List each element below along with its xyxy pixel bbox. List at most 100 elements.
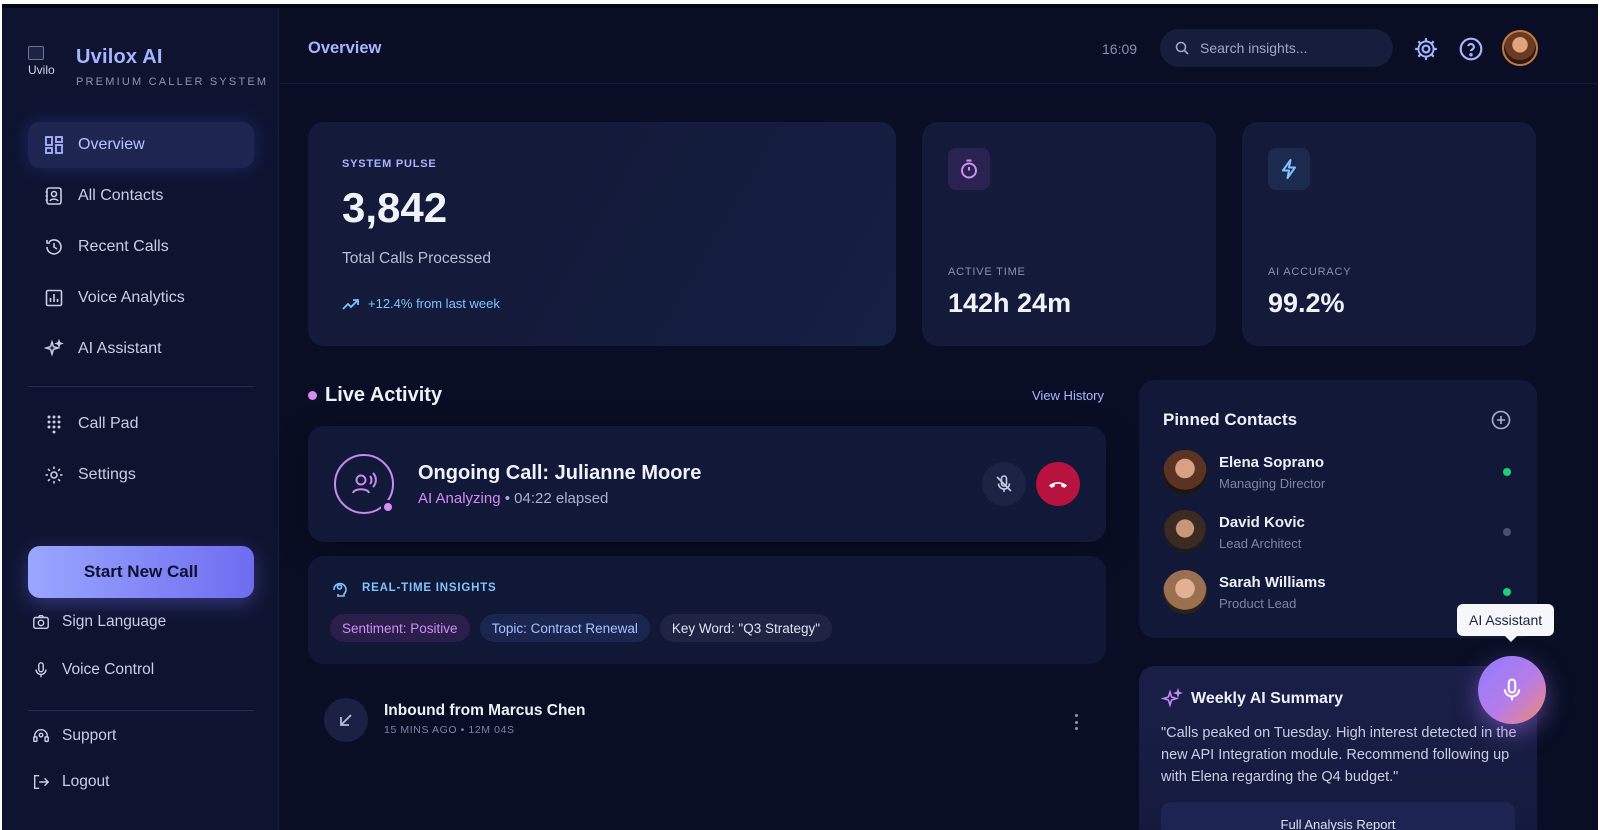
logout-icon bbox=[33, 774, 50, 790]
ai-assistant-mic-button[interactable] bbox=[1478, 656, 1546, 724]
pulse-value: 3,842 bbox=[342, 184, 448, 231]
nav-label: Logout bbox=[62, 773, 110, 790]
nav-item-support[interactable]: Support bbox=[32, 724, 254, 748]
help-icon[interactable] bbox=[1458, 36, 1484, 62]
broken-image-icon bbox=[28, 46, 44, 60]
status-online bbox=[1503, 468, 1511, 476]
bolt-icon bbox=[1282, 159, 1296, 179]
clock: 16:09 bbox=[1102, 41, 1138, 57]
insight-tags: Sentiment: Positive Topic: Contract Rene… bbox=[330, 614, 842, 642]
nav-item-logout[interactable]: Logout bbox=[32, 770, 254, 794]
contact-item[interactable]: Elena Soprano Managing Director bbox=[1163, 450, 1513, 496]
live-dot bbox=[308, 391, 317, 400]
nav-label: Recent Calls bbox=[78, 238, 169, 255]
contact-role: Product Lead bbox=[1219, 596, 1297, 611]
nav-label: Sign Language bbox=[62, 613, 167, 630]
summary-header: Weekly AI Summary bbox=[1161, 688, 1343, 710]
ai-accuracy-value: 99.2% bbox=[1268, 288, 1345, 318]
voice-user-icon bbox=[352, 472, 377, 494]
support-icon bbox=[33, 728, 49, 743]
nav-label: Support bbox=[62, 727, 117, 744]
status-offline bbox=[1503, 528, 1511, 536]
history-icon bbox=[46, 239, 62, 255]
sparkle-icon bbox=[1161, 688, 1183, 708]
inbound-meta: 15 MINS AGO • 12M 04S bbox=[384, 724, 515, 736]
accessibility-nav: Sign Language Voice Control bbox=[32, 610, 254, 682]
nav-item-overview[interactable]: Overview bbox=[28, 122, 254, 168]
insights-label: REAL-TIME INSIGHTS bbox=[362, 582, 497, 594]
status-online bbox=[1503, 588, 1511, 596]
tag-sentiment[interactable]: Sentiment: Positive bbox=[330, 614, 470, 642]
sidebar: Uvilo Uvilox AI PREMIUM CALLER SYSTEM Ov… bbox=[2, 8, 279, 830]
nav-item-settings[interactable]: Settings bbox=[28, 452, 254, 498]
user-avatar[interactable] bbox=[1502, 30, 1538, 66]
hangup-icon bbox=[1049, 482, 1067, 488]
end-call-button[interactable] bbox=[1036, 462, 1080, 506]
elapsed-time: • 04:22 elapsed bbox=[504, 490, 609, 507]
real-time-insights: REAL-TIME INSIGHTS Sentiment: Positive T… bbox=[308, 556, 1106, 664]
more-options-icon[interactable] bbox=[1068, 710, 1084, 734]
nav-item-call-pad[interactable]: Call Pad bbox=[28, 401, 254, 447]
call-status: AI Analyzing • 04:22 elapsed bbox=[418, 490, 608, 507]
nav-item-voice-analytics[interactable]: Voice Analytics bbox=[28, 275, 254, 321]
nav-item-sign-language[interactable]: Sign Language bbox=[32, 610, 254, 634]
timer-icon bbox=[961, 159, 977, 179]
brand-name: Uvilox AI bbox=[76, 46, 163, 68]
dialpad-icon bbox=[47, 415, 61, 434]
summary-title: Weekly AI Summary bbox=[1191, 690, 1344, 707]
trend-text: +12.4% from last week bbox=[368, 296, 500, 311]
nav-label: Voice Control bbox=[62, 661, 155, 678]
insights-header: REAL-TIME INSIGHTS bbox=[330, 578, 497, 598]
footer-nav: Support Logout bbox=[32, 724, 254, 794]
active-time-value: 142h 24m bbox=[948, 288, 1072, 318]
nav-item-all-contacts[interactable]: All Contacts bbox=[28, 173, 254, 219]
gear-icon bbox=[45, 466, 63, 484]
live-indicator bbox=[381, 500, 395, 514]
ai-assistant-tooltip: AI Assistant bbox=[1457, 604, 1555, 642]
page-title: Overview bbox=[308, 39, 382, 57]
timer-icon-box bbox=[948, 148, 990, 190]
search-icon bbox=[1175, 41, 1189, 55]
inbound-caller: Inbound from Marcus Chen bbox=[384, 702, 586, 719]
search-bar[interactable] bbox=[1160, 29, 1393, 67]
add-contact-icon[interactable] bbox=[1491, 410, 1511, 430]
pulse-label: SYSTEM PULSE bbox=[342, 158, 437, 170]
nav-label: AI Assistant bbox=[78, 340, 162, 357]
pulse-trend: +12.4% from last week bbox=[342, 296, 500, 311]
app-window: Uvilo Uvilox AI PREMIUM CALLER SYSTEM Ov… bbox=[2, 4, 1598, 830]
inbound-call-item[interactable]: Inbound from Marcus Chen 15 MINS AGO • 1… bbox=[308, 684, 1106, 760]
contact-item[interactable]: David Kovic Lead Architect bbox=[1163, 510, 1513, 556]
active-time-card: ACTIVE TIME 142h 24m bbox=[922, 122, 1216, 346]
full-analysis-button[interactable]: Full Analysis Report bbox=[1161, 802, 1515, 830]
mic-icon bbox=[35, 662, 47, 678]
tag-keyword[interactable]: Key Word: "Q3 Strategy" bbox=[659, 614, 833, 642]
brand-logo: Uvilo bbox=[28, 46, 64, 82]
top-header: Overview 16:09 bbox=[280, 8, 1598, 84]
live-activity-heading: Live Activity bbox=[308, 384, 442, 407]
ai-analyzing-label: AI Analyzing bbox=[418, 490, 501, 507]
mute-button[interactable] bbox=[982, 462, 1026, 506]
view-history-link[interactable]: View History bbox=[1032, 388, 1104, 403]
brand: Uvilo Uvilox AI PREMIUM CALLER SYSTEM bbox=[28, 46, 268, 88]
bolt-icon-box bbox=[1268, 148, 1310, 190]
pinned-title: Pinned Contacts bbox=[1163, 410, 1298, 429]
pinned-contacts-card: Pinned Contacts Elena Soprano Managing D… bbox=[1139, 380, 1537, 638]
nav-label: Call Pad bbox=[78, 415, 139, 432]
nav-label: All Contacts bbox=[78, 187, 164, 204]
nav-divider bbox=[28, 386, 254, 387]
nav-item-recent-calls[interactable]: Recent Calls bbox=[28, 224, 254, 270]
analytics-icon bbox=[45, 289, 63, 307]
start-new-call-button[interactable]: Start New Call bbox=[28, 546, 254, 598]
contacts-icon bbox=[45, 187, 62, 205]
nav-item-ai-assistant[interactable]: AI Assistant bbox=[28, 326, 254, 372]
summary-text: "Calls peaked on Tuesday. High interest … bbox=[1161, 725, 1517, 785]
main-nav: Overview All Contacts Recent Calls Voice… bbox=[28, 122, 254, 503]
gear-icon[interactable] bbox=[1413, 36, 1439, 62]
live-title-text: Live Activity bbox=[325, 384, 443, 406]
search-input[interactable] bbox=[1200, 40, 1370, 56]
nav-item-voice-control[interactable]: Voice Control bbox=[32, 658, 254, 682]
contact-name: Elena Soprano bbox=[1219, 454, 1325, 471]
ai-accuracy-card: AI ACCURACY 99.2% bbox=[1242, 122, 1536, 346]
sparkle-icon bbox=[44, 339, 64, 357]
tag-topic[interactable]: Topic: Contract Renewal bbox=[479, 614, 650, 642]
